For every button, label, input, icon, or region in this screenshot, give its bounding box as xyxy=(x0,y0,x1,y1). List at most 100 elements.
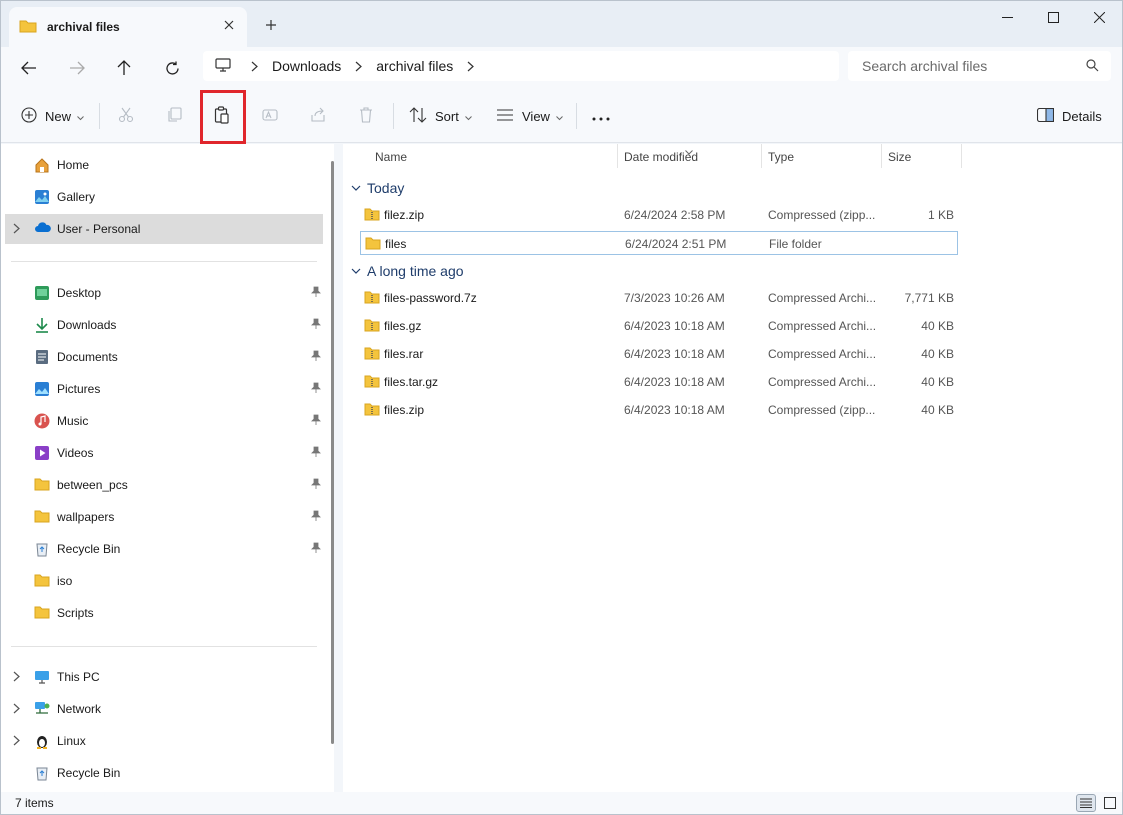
recycle-bin-icon xyxy=(34,541,50,557)
sort-button[interactable]: Sort xyxy=(409,101,472,131)
view-lines-icon xyxy=(496,108,514,125)
sidebar-item-label: Home xyxy=(57,158,90,172)
pin-icon[interactable] xyxy=(311,542,321,556)
minimize-icon[interactable] xyxy=(984,1,1030,33)
chevron-right-icon[interactable] xyxy=(13,703,20,717)
file-row[interactable]: files 6/24/2024 2:51 PM File folder xyxy=(360,231,958,255)
tab-archival-files[interactable]: archival files xyxy=(9,7,247,47)
view-button[interactable]: View xyxy=(496,101,563,131)
tiles-view-toggle-icon[interactable] xyxy=(1100,794,1120,812)
sidebar-scrollbar[interactable] xyxy=(331,161,334,744)
file-row[interactable]: files.gz 6/4/2023 10:18 AM Compressed Ar… xyxy=(360,314,958,338)
file-row[interactable]: filez.zip 6/24/2024 2:58 PM Compressed (… xyxy=(360,203,958,227)
pin-icon[interactable] xyxy=(311,414,321,428)
folder-icon xyxy=(34,509,50,525)
sidebar-item-videos[interactable]: Videos xyxy=(5,438,323,468)
sidebar-divider xyxy=(11,646,317,647)
breadcrumb-archival-files[interactable]: archival files xyxy=(376,58,453,74)
zip-icon xyxy=(364,402,380,418)
sidebar-item-wallpapers[interactable]: wallpapers xyxy=(5,502,323,532)
file-row[interactable]: files.tar.gz 6/4/2023 10:18 AM Compresse… xyxy=(360,370,958,394)
sidebar-item-scripts[interactable]: Scripts xyxy=(5,598,323,628)
chevron-down-icon[interactable] xyxy=(351,185,361,192)
breadcrumb-downloads[interactable]: Downloads xyxy=(272,58,341,74)
delete-button[interactable] xyxy=(358,101,374,131)
group-header-today[interactable]: Today xyxy=(351,180,404,196)
sidebar-item-recycle-bin[interactable]: Recycle Bin xyxy=(5,534,323,564)
pin-icon[interactable] xyxy=(311,478,321,492)
column-divider[interactable] xyxy=(761,144,762,168)
sidebar-item-downloads[interactable]: Downloads xyxy=(5,310,323,340)
chevron-down-icon[interactable] xyxy=(351,268,361,275)
chevron-right-icon[interactable] xyxy=(13,671,20,685)
pin-icon[interactable] xyxy=(311,318,321,332)
file-row[interactable]: files.zip 6/4/2023 10:18 AM Compressed (… xyxy=(360,398,958,422)
chevron-right-icon[interactable] xyxy=(355,61,363,72)
chevron-right-icon[interactable] xyxy=(13,223,20,237)
share-button[interactable] xyxy=(310,101,326,131)
archive-icon xyxy=(364,346,380,362)
sidebar-item-label: Documents xyxy=(57,350,118,364)
close-tab-icon[interactable] xyxy=(221,17,237,33)
refresh-icon[interactable] xyxy=(157,53,187,83)
videos-icon xyxy=(34,445,50,461)
pin-icon[interactable] xyxy=(311,510,321,524)
pin-icon[interactable] xyxy=(311,350,321,364)
pictures-icon xyxy=(34,381,50,397)
search-icon[interactable] xyxy=(1086,59,1099,75)
copy-icon xyxy=(166,106,182,126)
sidebar-item-between-pcs[interactable]: between_pcs xyxy=(5,470,323,500)
cut-button[interactable] xyxy=(118,101,134,131)
sidebar-item-gallery[interactable]: Gallery xyxy=(5,182,323,212)
chevron-down-icon xyxy=(464,109,472,124)
file-row[interactable]: files-password.7z 7/3/2023 10:26 AM Comp… xyxy=(360,286,958,310)
sidebar-divider xyxy=(11,261,317,262)
close-window-icon[interactable] xyxy=(1076,1,1122,33)
more-options-button[interactable] xyxy=(592,101,610,131)
new-tab-icon[interactable] xyxy=(261,15,281,35)
sidebar-item-this-pc[interactable]: This PC xyxy=(5,662,323,692)
monitor-icon[interactable] xyxy=(215,57,231,75)
archive-icon xyxy=(364,290,380,306)
details-button[interactable]: Details xyxy=(1036,101,1102,131)
sidebar-item-linux[interactable]: Linux xyxy=(5,726,323,756)
pin-icon[interactable] xyxy=(311,286,321,300)
column-divider[interactable] xyxy=(961,144,962,168)
new-button[interactable]: New xyxy=(21,101,84,131)
file-row[interactable]: files.rar 6/4/2023 10:18 AM Compressed A… xyxy=(360,342,958,366)
copy-button[interactable] xyxy=(166,101,182,131)
chevron-right-icon[interactable] xyxy=(13,735,20,749)
sidebar-item-documents[interactable]: Documents xyxy=(5,342,323,372)
address-bar[interactable]: Downloads archival files xyxy=(203,51,839,81)
trash-icon xyxy=(358,106,374,126)
chevron-right-icon[interactable] xyxy=(467,61,475,72)
command-bar: New Sort View Details xyxy=(1,87,1122,143)
sidebar-item-iso[interactable]: iso xyxy=(5,566,323,596)
downloads-icon xyxy=(34,317,50,333)
column-header-size[interactable]: Size xyxy=(888,150,911,164)
back-arrow-icon[interactable] xyxy=(14,53,44,83)
search-input[interactable] xyxy=(862,58,1072,74)
column-header-name[interactable]: Name xyxy=(375,150,407,164)
rename-button[interactable] xyxy=(262,101,278,131)
column-divider[interactable] xyxy=(881,144,882,168)
archive-icon xyxy=(364,374,380,390)
sidebar-item-user-personal[interactable]: User - Personal xyxy=(5,214,323,244)
column-header-type[interactable]: Type xyxy=(768,150,794,164)
sidebar-item-desktop[interactable]: Desktop xyxy=(5,278,323,308)
sidebar-item-home[interactable]: Home xyxy=(5,150,323,180)
details-view-toggle-icon[interactable] xyxy=(1076,794,1096,812)
maximize-icon[interactable] xyxy=(1030,1,1076,33)
pin-icon[interactable] xyxy=(311,446,321,460)
sidebar-item-pictures[interactable]: Pictures xyxy=(5,374,323,404)
sidebar-item-network[interactable]: Network xyxy=(5,694,323,724)
column-divider[interactable] xyxy=(617,144,618,168)
group-header-a-long-time-ago[interactable]: A long time ago xyxy=(351,263,464,279)
up-arrow-icon[interactable] xyxy=(109,53,139,83)
sidebar-item-music[interactable]: Music xyxy=(5,406,323,436)
paste-button[interactable] xyxy=(214,101,230,131)
pin-icon[interactable] xyxy=(311,382,321,396)
sidebar-item-recycle-bin-bottom[interactable]: Recycle Bin xyxy=(5,758,323,788)
chevron-right-icon[interactable] xyxy=(251,61,258,72)
forward-arrow-icon[interactable] xyxy=(62,53,92,83)
